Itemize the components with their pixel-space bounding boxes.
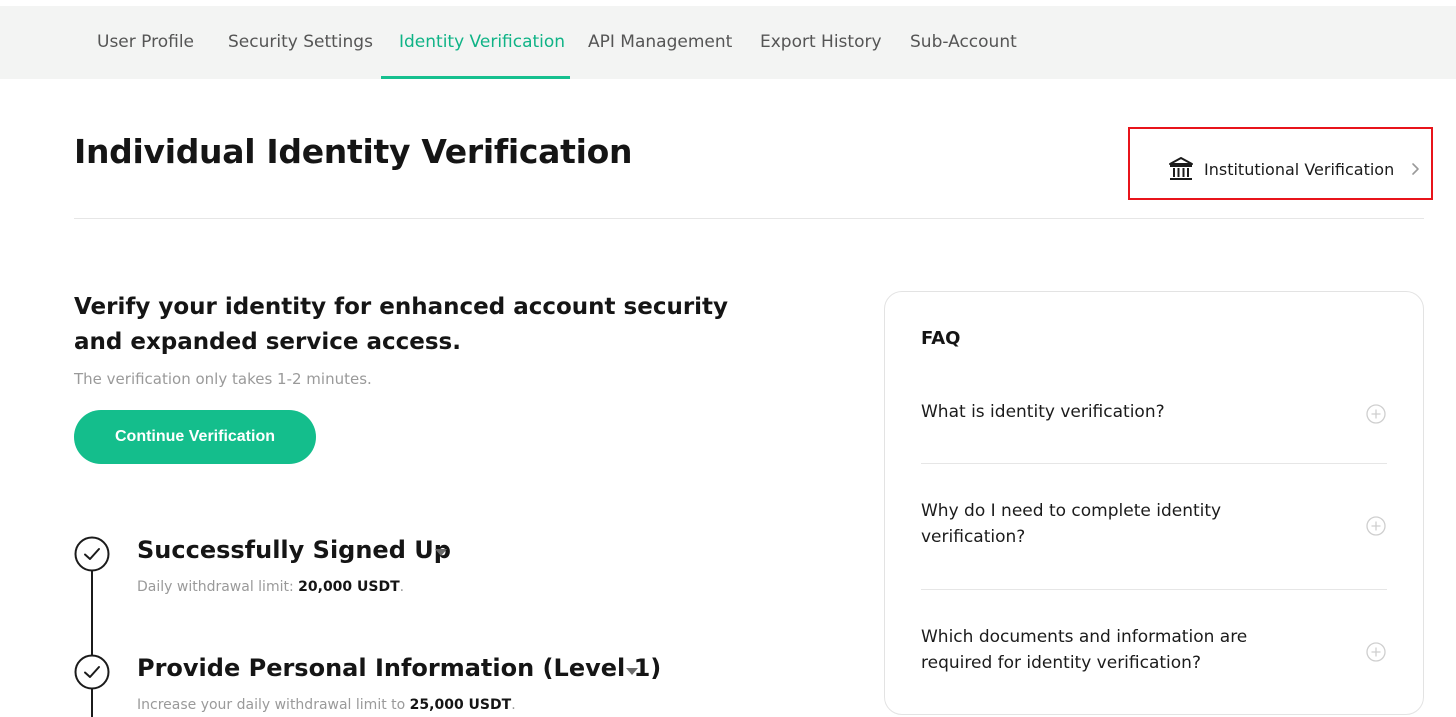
step-title: Provide Personal Information (Level 1) bbox=[137, 654, 662, 682]
step-title: Successfully Signed Up bbox=[137, 536, 451, 564]
tab-export-history[interactable]: Export History bbox=[760, 6, 882, 79]
step-description: Increase your daily withdrawal limit to … bbox=[137, 697, 516, 713]
faq-question[interactable]: What is identity verification? bbox=[921, 399, 1321, 425]
top-nav: User Profile Security Settings Identity … bbox=[0, 6, 1456, 79]
faq-question[interactable]: Why do I need to complete identity verif… bbox=[921, 498, 1251, 550]
bank-icon bbox=[1168, 156, 1194, 182]
caret-down-icon[interactable] bbox=[625, 667, 639, 677]
plus-circle-icon[interactable] bbox=[1366, 516, 1386, 536]
intro-headline: Verify your identity for enhanced accoun… bbox=[74, 294, 729, 355]
tab-security-settings[interactable]: Security Settings bbox=[228, 6, 373, 79]
plus-circle-icon[interactable] bbox=[1366, 642, 1386, 662]
tab-sub-account[interactable]: Sub-Account bbox=[910, 6, 1017, 79]
caret-down-icon[interactable] bbox=[434, 548, 448, 558]
step-description: Daily withdrawal limit: 20,000 USDT. bbox=[137, 579, 405, 595]
continue-verification-button[interactable]: Continue Verification bbox=[74, 410, 316, 464]
timeline-line bbox=[91, 570, 93, 717]
check-circle-icon bbox=[74, 654, 110, 690]
plus-circle-icon[interactable] bbox=[1366, 404, 1386, 424]
faq-divider bbox=[921, 463, 1387, 464]
faq-question[interactable]: Which documents and information are requ… bbox=[921, 624, 1301, 676]
check-circle-icon bbox=[74, 536, 110, 572]
withdrawal-limit-value: 20,000 USDT bbox=[298, 579, 400, 595]
institutional-verification-label: Institutional Verification bbox=[1204, 159, 1395, 179]
tab-user-profile[interactable]: User Profile bbox=[97, 6, 194, 79]
tab-identity-verification[interactable]: Identity Verification bbox=[399, 6, 565, 79]
intro-subtext: The verification only takes 1-2 minutes. bbox=[74, 370, 372, 388]
withdrawal-limit-value: 25,000 USDT bbox=[409, 697, 512, 713]
faq-divider bbox=[921, 589, 1387, 590]
tab-api-management[interactable]: API Management bbox=[588, 6, 732, 79]
chevron-right-icon[interactable] bbox=[1408, 159, 1422, 179]
institutional-verification-link[interactable]: Institutional Verification bbox=[1168, 155, 1394, 183]
divider bbox=[74, 218, 1424, 219]
active-tab-indicator bbox=[381, 76, 570, 79]
faq-title: FAQ bbox=[921, 328, 961, 349]
page-title: Individual Identity Verification bbox=[74, 132, 633, 171]
